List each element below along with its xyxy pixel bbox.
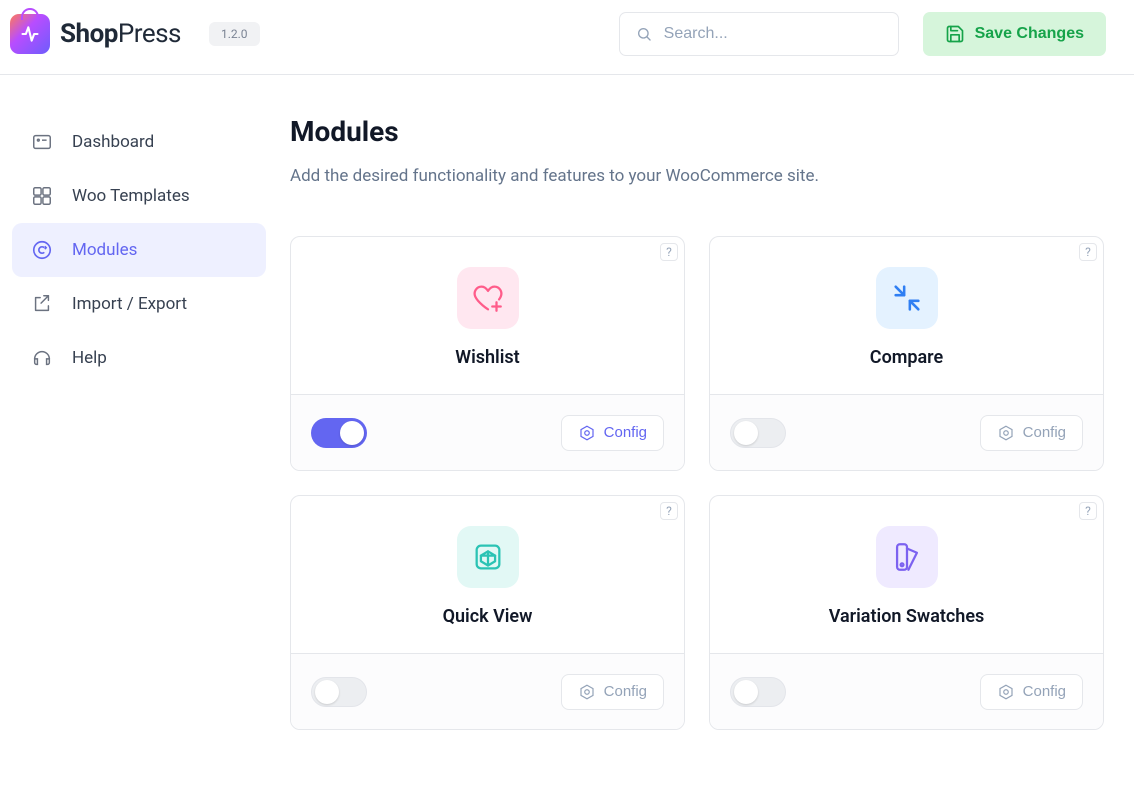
module-card-compare: ? Compare Config xyxy=(709,236,1104,471)
module-help-button[interactable]: ? xyxy=(1079,243,1097,261)
search-icon xyxy=(636,25,652,43)
module-title: Compare xyxy=(870,347,943,368)
module-help-button[interactable]: ? xyxy=(660,243,678,261)
sidebar-item-modules[interactable]: Modules xyxy=(12,223,266,277)
module-card-quickview: ? Quick View Config xyxy=(290,495,685,730)
save-button-label: Save Changes xyxy=(975,25,1084,43)
page-title: Modules xyxy=(290,115,1104,148)
variation-swatches-icon xyxy=(876,526,938,588)
sidebar-item-dashboard[interactable]: Dashboard xyxy=(12,115,266,169)
module-toggle[interactable] xyxy=(730,418,786,448)
wishlist-icon xyxy=(457,267,519,329)
save-icon xyxy=(945,24,965,44)
dashboard-icon xyxy=(30,130,54,154)
header: ShopPress 1.2.0 Save Changes xyxy=(0,0,1134,75)
module-config-label: Config xyxy=(1023,683,1066,700)
sidebar-item-templates[interactable]: Woo Templates xyxy=(12,169,266,223)
sidebar-item-label: Import / Export xyxy=(72,294,187,314)
help-icon xyxy=(30,346,54,370)
brand-name-bold: Shop xyxy=(60,19,118,49)
module-config-label: Config xyxy=(604,683,647,700)
quickview-icon xyxy=(457,526,519,588)
brand-logo-icon xyxy=(10,14,50,54)
brand-name-thin: Press xyxy=(118,19,181,49)
version-badge: 1.2.0 xyxy=(209,22,260,46)
module-card-variation-swatches: ? Variation Swatches Config xyxy=(709,495,1104,730)
module-config-label: Config xyxy=(1023,424,1066,441)
module-title: Quick View xyxy=(443,606,533,627)
module-help-button[interactable]: ? xyxy=(1079,502,1097,520)
search-input[interactable] xyxy=(662,24,882,44)
sidebar-item-help[interactable]: Help xyxy=(12,331,266,385)
sidebar: Dashboard Woo Templates Modules Import /… xyxy=(0,115,290,730)
sidebar-item-import-export[interactable]: Import / Export xyxy=(12,277,266,331)
config-icon xyxy=(578,683,596,701)
module-config-button[interactable]: Config xyxy=(980,415,1083,451)
compare-icon xyxy=(876,267,938,329)
config-icon xyxy=(578,424,596,442)
brand: ShopPress 1.2.0 xyxy=(10,14,260,54)
config-icon xyxy=(997,683,1015,701)
module-card-wishlist: ? Wishlist Config xyxy=(290,236,685,471)
module-title: Wishlist xyxy=(455,347,519,368)
module-config-button[interactable]: Config xyxy=(561,415,664,451)
page-subtitle: Add the desired functionality and featur… xyxy=(290,166,1104,186)
module-help-button[interactable]: ? xyxy=(660,502,678,520)
search-box[interactable] xyxy=(619,12,899,56)
module-config-button[interactable]: Config xyxy=(561,674,664,710)
module-config-button[interactable]: Config xyxy=(980,674,1083,710)
modules-grid: ? Wishlist Config ? xyxy=(290,236,1104,730)
brand-name: ShopPress xyxy=(60,19,181,49)
import-export-icon xyxy=(30,292,54,316)
templates-icon xyxy=(30,184,54,208)
module-config-label: Config xyxy=(604,424,647,441)
sidebar-item-label: Help xyxy=(72,348,107,368)
module-toggle[interactable] xyxy=(311,677,367,707)
sidebar-item-label: Modules xyxy=(72,240,137,260)
sidebar-item-label: Dashboard xyxy=(72,132,154,152)
modules-icon xyxy=(30,238,54,262)
module-title: Variation Swatches xyxy=(829,606,985,627)
module-toggle[interactable] xyxy=(311,418,367,448)
save-button[interactable]: Save Changes xyxy=(923,12,1106,56)
main-content: Modules Add the desired functionality an… xyxy=(290,115,1134,730)
module-toggle[interactable] xyxy=(730,677,786,707)
config-icon xyxy=(997,424,1015,442)
sidebar-item-label: Woo Templates xyxy=(72,186,190,206)
